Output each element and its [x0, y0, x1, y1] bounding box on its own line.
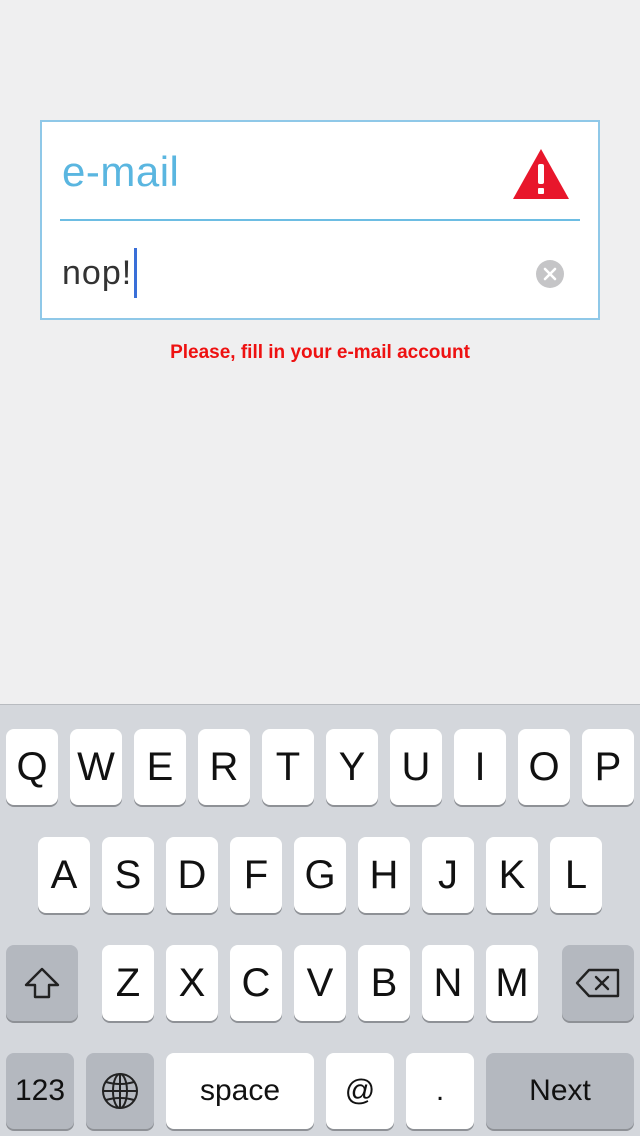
email-form-card: e-mail nop!: [40, 120, 600, 320]
close-icon: [543, 267, 557, 281]
numbers-key[interactable]: 123: [6, 1053, 74, 1129]
key-k[interactable]: K: [486, 837, 538, 913]
key-x[interactable]: X: [166, 945, 218, 1021]
globe-icon: [102, 1073, 138, 1109]
key-p[interactable]: P: [582, 729, 634, 805]
at-key[interactable]: @: [326, 1053, 394, 1129]
shift-icon: [24, 967, 60, 999]
key-s[interactable]: S: [102, 837, 154, 913]
space-key[interactable]: space: [166, 1053, 314, 1129]
shift-key[interactable]: [6, 945, 78, 1021]
key-v[interactable]: V: [294, 945, 346, 1021]
key-a[interactable]: A: [38, 837, 90, 913]
key-c[interactable]: C: [230, 945, 282, 1021]
globe-key[interactable]: [86, 1053, 154, 1129]
key-o[interactable]: O: [518, 729, 570, 805]
next-key[interactable]: Next: [486, 1053, 634, 1129]
key-b[interactable]: B: [358, 945, 410, 1021]
period-key[interactable]: .: [406, 1053, 474, 1129]
key-w[interactable]: W: [70, 729, 122, 805]
onscreen-keyboard: Q W E R T Y U I O P A S D F G H J K L Z …: [0, 704, 640, 1136]
key-n[interactable]: N: [422, 945, 474, 1021]
key-u[interactable]: U: [390, 729, 442, 805]
field-divider: [60, 219, 580, 221]
key-h[interactable]: H: [358, 837, 410, 913]
key-g[interactable]: G: [294, 837, 346, 913]
field-title: e-mail: [62, 148, 180, 195]
delete-key[interactable]: [562, 945, 634, 1021]
key-d[interactable]: D: [166, 837, 218, 913]
email-input[interactable]: nop!: [60, 224, 580, 318]
key-l[interactable]: L: [550, 837, 602, 913]
key-q[interactable]: Q: [6, 729, 58, 805]
error-message: Please, fill in your e-mail account: [170, 342, 470, 363]
key-e[interactable]: E: [134, 729, 186, 805]
warning-icon: [513, 149, 569, 199]
key-j[interactable]: J: [422, 837, 474, 913]
key-r[interactable]: R: [198, 729, 250, 805]
key-m[interactable]: M: [486, 945, 538, 1021]
key-z[interactable]: Z: [102, 945, 154, 1021]
backspace-icon: [575, 968, 620, 998]
text-caret: [134, 248, 138, 298]
clear-text-button[interactable]: [536, 260, 564, 288]
key-t[interactable]: T: [262, 729, 314, 805]
key-y[interactable]: Y: [326, 729, 378, 805]
key-f[interactable]: F: [230, 837, 282, 913]
key-i[interactable]: I: [454, 729, 506, 805]
email-input-value: nop!: [62, 253, 133, 292]
